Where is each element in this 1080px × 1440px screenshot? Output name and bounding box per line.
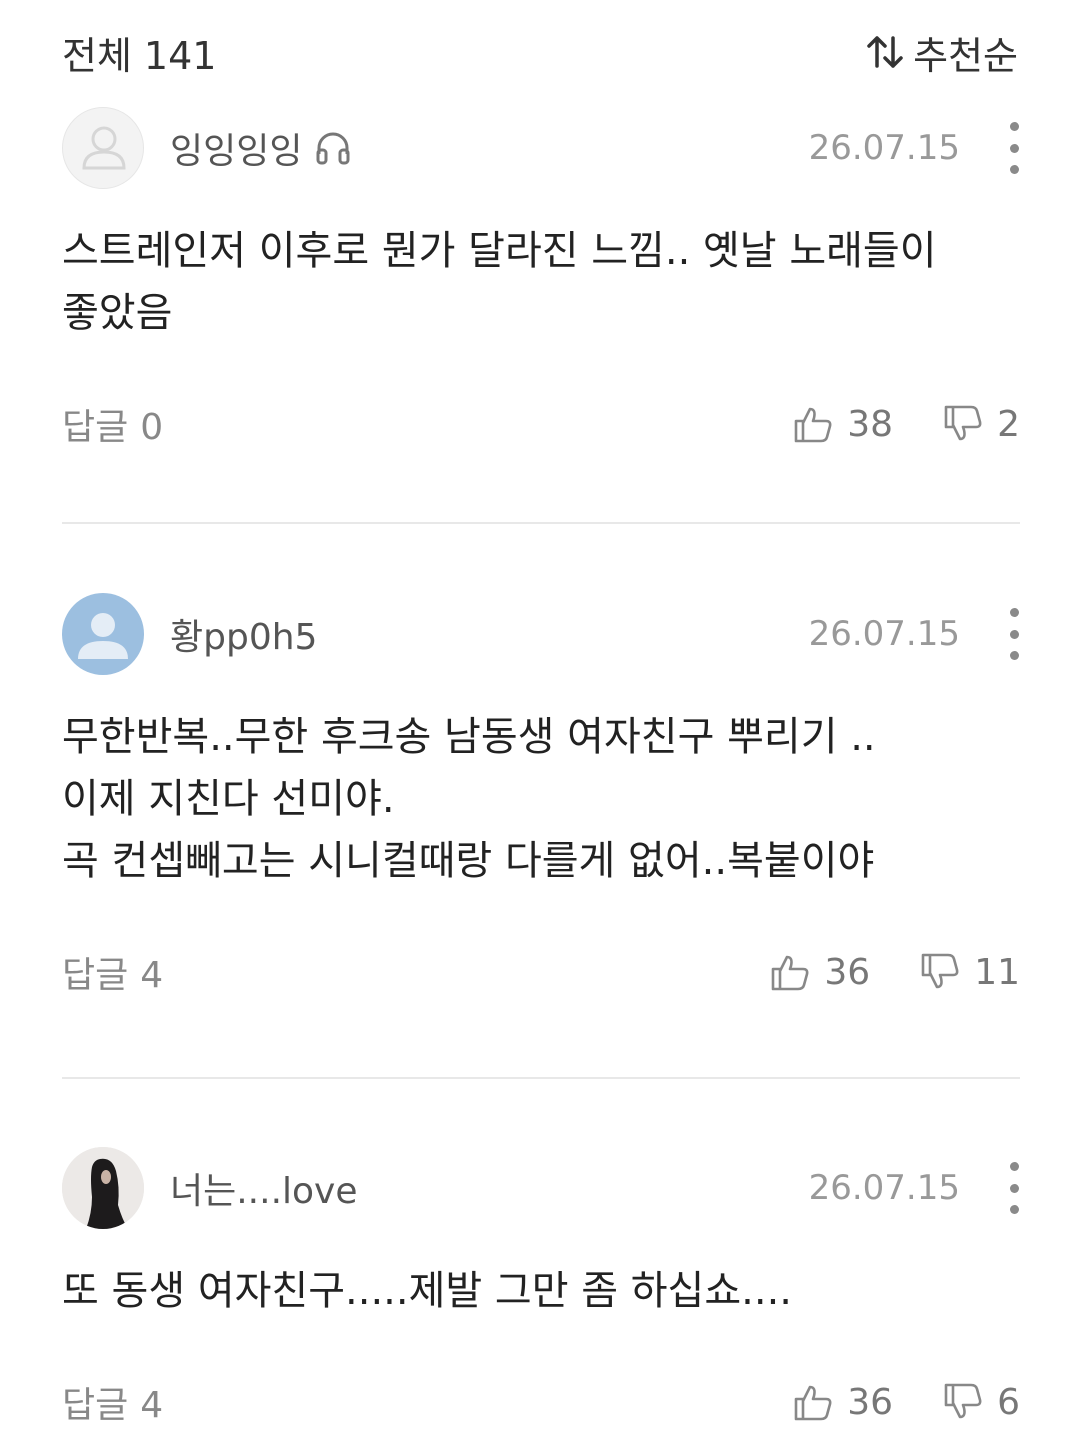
reply-label: 답글 — [62, 407, 129, 448]
avatar[interactable] — [62, 593, 144, 675]
like-count: 36 — [847, 1381, 894, 1423]
more-options-icon[interactable] — [1004, 1162, 1024, 1214]
comment-text: 또 동생 여자친구.....제발 그만 좀 하십쇼.... — [62, 1260, 1020, 1322]
username-text: 황pp0h5 — [170, 617, 318, 658]
thumbs-down-icon — [944, 1383, 982, 1419]
vote-group: 38 2 — [793, 394, 1020, 454]
reply-count: 0 — [140, 407, 164, 448]
reply-button[interactable]: 답글 4 — [62, 1376, 163, 1428]
default-user-icon — [78, 613, 128, 659]
avatar[interactable] — [62, 107, 144, 189]
comment-item: 잉잉잉잉 26.07.15 스트레인저 이후로 뭔가 달라진 느낌.. 옛날 노… — [62, 106, 1020, 454]
dislike-count: 6 — [997, 1381, 1020, 1423]
like-button[interactable]: 36 — [770, 952, 870, 993]
thumbs-up-icon — [794, 407, 832, 443]
username-text: 너는....love — [170, 1171, 358, 1212]
profile-photo-icon — [62, 1147, 144, 1229]
comment-line: 이제 지친다 선미야. — [62, 776, 395, 822]
like-count: 36 — [824, 951, 871, 993]
vote-group: 36 6 — [793, 1372, 1020, 1432]
dislike-count: 11 — [974, 951, 1020, 993]
sort-arrows-icon — [867, 36, 903, 68]
like-button[interactable]: 38 — [793, 404, 893, 445]
more-options-icon[interactable] — [1004, 608, 1024, 660]
username[interactable]: 잉잉잉잉 — [170, 122, 352, 174]
reply-button[interactable]: 답글 0 — [62, 398, 163, 450]
comment-footer: 답글 4 36 11 — [62, 942, 1020, 1002]
reply-count: 4 — [140, 1385, 164, 1426]
comment-header: 황pp0h5 26.07.15 — [62, 592, 1020, 676]
username-text: 잉잉잉잉 — [170, 131, 303, 172]
dislike-button[interactable]: 2 — [943, 404, 1020, 445]
more-options-icon[interactable] — [1004, 122, 1024, 174]
sort-button[interactable]: 추천순 — [865, 25, 1018, 80]
comment-header: 잉잉잉잉 26.07.15 — [62, 106, 1020, 190]
thumbs-up-icon — [794, 1385, 832, 1421]
comment-line: 무한반복..무한 후크송 남동생 여자친구 뿌리기 .. — [62, 714, 876, 760]
like-count: 38 — [847, 403, 894, 445]
thumbs-down-icon — [944, 405, 982, 441]
total-count: 전체 141 — [62, 25, 216, 80]
comment-item: 황pp0h5 26.07.15 무한반복..무한 후크송 남동생 여자친구 뿌리… — [62, 592, 1020, 1002]
comment-text: 스트레인저 이후로 뭔가 달라진 느낌.. 옛날 노래들이 좋았음 — [62, 220, 1020, 344]
comment-line: 스트레인저 이후로 뭔가 달라진 느낌.. 옛날 노래들이 — [62, 228, 937, 274]
comment-header: 너는....love 26.07.15 — [62, 1146, 1020, 1230]
total-label: 전체 — [62, 33, 132, 78]
reply-label: 답글 — [62, 955, 129, 996]
comments-page: 전체 141 추천순 잉잉잉잉 26.07.15 스트레인저 이후로 뭔가 달라… — [0, 0, 1080, 1440]
avatar[interactable] — [62, 1147, 144, 1229]
vote-group: 36 11 — [770, 942, 1020, 1002]
comment-item: 너는....love 26.07.15 또 동생 여자친구.....제발 그만 … — [62, 1146, 1020, 1432]
comment-footer: 답글 4 36 6 — [62, 1372, 1020, 1432]
thumbs-up-icon — [772, 955, 809, 991]
username[interactable]: 황pp0h5 — [170, 608, 317, 660]
reply-label: 답글 — [62, 1385, 129, 1426]
like-button[interactable]: 36 — [793, 1382, 893, 1423]
total-count-value: 141 — [143, 33, 217, 78]
reply-count: 4 — [140, 955, 164, 996]
divider — [62, 1077, 1020, 1079]
comment-line: 또 동생 여자친구.....제발 그만 좀 하십쇼.... — [62, 1268, 793, 1314]
comment-footer: 답글 0 38 2 — [62, 394, 1020, 454]
thumbs-down-icon — [921, 953, 959, 989]
dislike-count: 2 — [997, 403, 1020, 445]
default-user-icon — [82, 126, 126, 170]
comment-line: 좋았음 — [62, 290, 173, 336]
comment-line: 곡 컨셉빼고는 시니컬때랑 다를게 없어..복붙이야 — [62, 838, 875, 884]
comment-date: 26.07.15 — [808, 614, 960, 654]
dislike-button[interactable]: 6 — [943, 1382, 1020, 1423]
comment-text: 무한반복..무한 후크송 남동생 여자친구 뿌리기 .. 이제 지친다 선미야.… — [62, 706, 1020, 892]
dislike-button[interactable]: 11 — [920, 952, 1020, 993]
reply-button[interactable]: 답글 4 — [62, 946, 163, 998]
comments-header: 전체 141 추천순 — [62, 22, 1018, 82]
comment-date: 26.07.15 — [808, 1168, 960, 1208]
username[interactable]: 너는....love — [170, 1162, 358, 1214]
divider — [62, 522, 1020, 524]
comment-date: 26.07.15 — [808, 128, 960, 168]
headphones-icon — [316, 132, 350, 165]
sort-label: 추천순 — [913, 33, 1018, 78]
